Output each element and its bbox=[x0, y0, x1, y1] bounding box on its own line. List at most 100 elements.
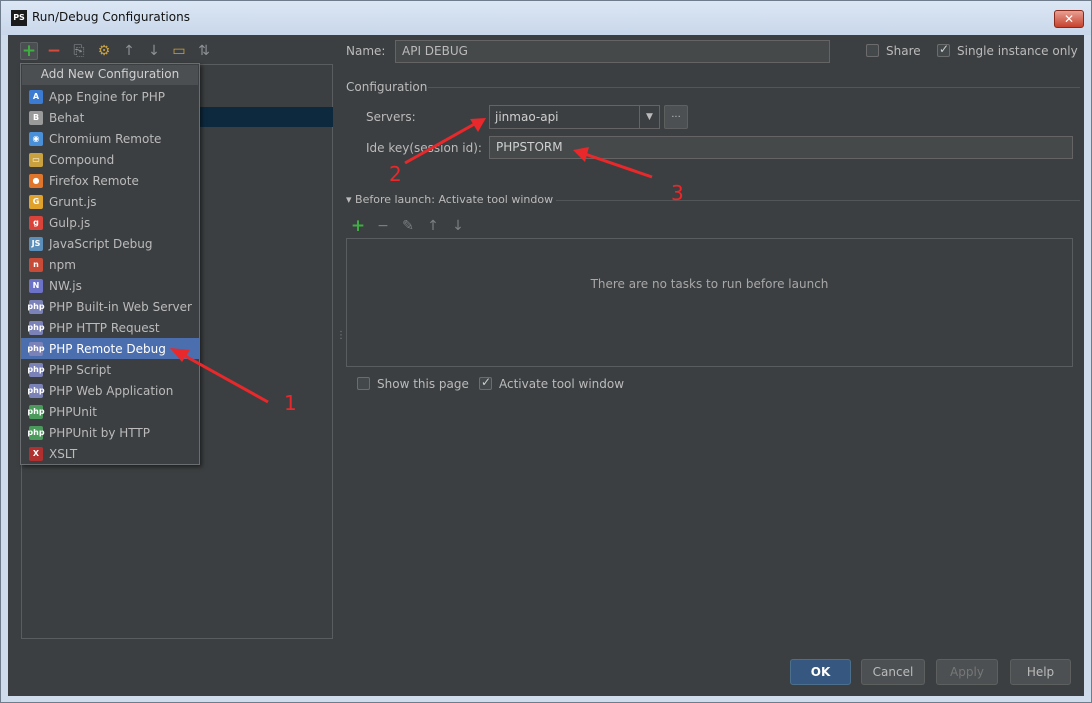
ide-key-label: Ide key(session id): bbox=[366, 141, 482, 155]
php-icon: php bbox=[27, 362, 45, 377]
phpstorm-icon: PS bbox=[11, 10, 27, 26]
popup-item[interactable]: ● Firefox Remote bbox=[21, 170, 199, 191]
edit-defaults-icon[interactable]: ⚙ bbox=[95, 42, 113, 60]
popup-item[interactable]: n npm bbox=[21, 254, 199, 275]
js-debug-icon: JS bbox=[29, 236, 43, 251]
dialog-window: PS Run/Debug Configurations ✕ ⋮ + − ⎘ ⚙ … bbox=[0, 0, 1092, 703]
add-task-icon[interactable]: + bbox=[350, 216, 366, 236]
apply-button[interactable]: Apply bbox=[936, 659, 998, 685]
popup-item-label: PHP Web Application bbox=[49, 383, 174, 398]
php-icon: php bbox=[27, 383, 45, 398]
popup-item-label: XSLT bbox=[49, 446, 78, 461]
popup-item-label: PHP Script bbox=[49, 362, 112, 377]
popup-item[interactable]: G Grunt.js bbox=[21, 191, 199, 212]
popup-item-label: PHP HTTP Request bbox=[49, 320, 160, 335]
phpunit-icon: php bbox=[27, 425, 45, 440]
popup-item[interactable]: php PHPUnit by HTTP bbox=[21, 422, 199, 443]
compound-icon: ▭ bbox=[29, 152, 43, 167]
popup-item[interactable]: php PHP HTTP Request bbox=[21, 317, 199, 338]
name-input[interactable]: API DEBUG bbox=[395, 40, 830, 63]
edit-task-icon[interactable]: ✎ bbox=[400, 218, 416, 234]
php-icon: php bbox=[27, 341, 45, 356]
popup-item[interactable]: X XSLT bbox=[21, 443, 199, 464]
window-title: Run/Debug Configurations bbox=[32, 10, 190, 24]
single-instance-checkbox[interactable] bbox=[937, 42, 950, 57]
grunt-icon: G bbox=[29, 194, 43, 209]
popup-item[interactable]: JS JavaScript Debug bbox=[21, 233, 199, 254]
ide-key-input[interactable]: PHPSTORM bbox=[489, 136, 1073, 159]
name-label: Name: bbox=[346, 44, 386, 58]
popup-item-label: NW.js bbox=[49, 278, 82, 293]
popup-item-label: PHP Built-in Web Server bbox=[49, 299, 192, 314]
move-down-icon[interactable]: ↓ bbox=[145, 42, 163, 60]
popup-item-label: Firefox Remote bbox=[49, 173, 139, 188]
configurations-toolbar: + − ⎘ ⚙ ↑ ↓ ▭ ⇅ bbox=[20, 40, 213, 62]
behat-icon: B bbox=[29, 110, 43, 125]
single-instance-label: Single instance only bbox=[957, 44, 1078, 58]
popup-item-label: Compound bbox=[49, 152, 115, 167]
activate-tool-window-label: Activate tool window bbox=[499, 377, 625, 391]
popup-item-label: Gulp.js bbox=[49, 215, 91, 230]
popup-list: A App Engine for PHP B Behat ◉ Chromium Remot… bbox=[21, 86, 199, 464]
share-checkbox[interactable] bbox=[866, 44, 879, 57]
popup-item-label: Grunt.js bbox=[49, 194, 97, 209]
popup-item[interactable]: A App Engine for PHP bbox=[21, 86, 199, 107]
gulp-icon: g bbox=[29, 215, 43, 230]
servers-value: jinmao-api bbox=[495, 110, 559, 124]
popup-item[interactable]: php PHPUnit bbox=[21, 401, 199, 422]
php-icon: php bbox=[27, 299, 45, 314]
folder-icon[interactable]: ▭ bbox=[170, 42, 188, 60]
popup-item[interactable]: N NW.js bbox=[21, 275, 199, 296]
popup-item[interactable]: ▭ Compound bbox=[21, 149, 199, 170]
remove-task-icon[interactable]: − bbox=[375, 218, 391, 234]
chromium-icon: ◉ bbox=[29, 131, 43, 146]
popup-header: Add New Configuration bbox=[22, 65, 198, 85]
expand-arrow-icon[interactable]: ▾ bbox=[346, 193, 352, 206]
copy-configuration-icon[interactable]: ⎘ bbox=[70, 42, 88, 60]
tasks-list[interactable]: There are no tasks to run before launch bbox=[346, 238, 1073, 367]
chevron-down-icon[interactable]: ▼ bbox=[639, 106, 659, 128]
popup-item[interactable]: B Behat bbox=[21, 107, 199, 128]
phpunit-icon: php bbox=[27, 404, 45, 419]
popup-item-label: Chromium Remote bbox=[49, 131, 162, 146]
popup-item[interactable]: php PHP Script bbox=[21, 359, 199, 380]
title-bar: PS Run/Debug Configurations ✕ bbox=[1, 1, 1091, 35]
php-icon: php bbox=[27, 320, 45, 335]
add-configuration-icon[interactable]: + bbox=[20, 41, 38, 61]
show-this-page-label: Show this page bbox=[377, 377, 469, 391]
before-launch-header[interactable]: ▾ Before launch: Activate tool window bbox=[346, 193, 553, 206]
annotation-2: 2 bbox=[389, 162, 402, 186]
sort-icon[interactable]: ⇅ bbox=[195, 42, 213, 60]
activate-tool-window-checkbox[interactable] bbox=[479, 375, 492, 390]
move-up-icon[interactable]: ↑ bbox=[120, 42, 138, 60]
popup-item[interactable]: php PHP Web Application bbox=[21, 380, 199, 401]
servers-more-button[interactable]: ... bbox=[664, 105, 688, 129]
cancel-button[interactable]: Cancel bbox=[861, 659, 925, 685]
before-launch-toolbar: + − ✎ ↑ ↓ bbox=[350, 216, 466, 236]
popup-item-label: PHPUnit bbox=[49, 404, 97, 419]
tasks-empty-text: There are no tasks to run before launch bbox=[590, 277, 829, 291]
app-engine-icon: A bbox=[29, 89, 43, 104]
popup-item[interactable]: ◉ Chromium Remote bbox=[21, 128, 199, 149]
before-launch-title: Before launch: Activate tool window bbox=[355, 193, 554, 206]
ok-button[interactable]: OK bbox=[790, 659, 851, 685]
popup-item[interactable]: php PHP Remote Debug bbox=[21, 338, 199, 359]
popup-item[interactable]: g Gulp.js bbox=[21, 212, 199, 233]
popup-item[interactable]: php PHP Built-in Web Server bbox=[21, 296, 199, 317]
share-label: Share bbox=[886, 44, 921, 58]
xslt-icon: X bbox=[29, 446, 43, 461]
popup-item-label: PHPUnit by HTTP bbox=[49, 425, 150, 440]
task-up-icon[interactable]: ↑ bbox=[425, 218, 441, 234]
annotation-1: 1 bbox=[284, 391, 297, 415]
configuration-section-title: Configuration bbox=[346, 80, 428, 94]
show-this-page-checkbox[interactable] bbox=[357, 377, 370, 390]
servers-combobox[interactable]: jinmao-api ▼ bbox=[489, 105, 660, 129]
close-button[interactable]: ✕ bbox=[1054, 10, 1084, 28]
help-button[interactable]: Help bbox=[1010, 659, 1071, 685]
remove-configuration-icon[interactable]: − bbox=[45, 41, 63, 61]
add-new-configuration-popup: Add New Configuration A App Engine for PH… bbox=[20, 63, 200, 465]
popup-item-label: JavaScript Debug bbox=[49, 236, 153, 251]
task-down-icon[interactable]: ↓ bbox=[450, 218, 466, 234]
splitter-handle[interactable]: ⋮ bbox=[336, 330, 346, 341]
popup-item-label: App Engine for PHP bbox=[49, 89, 166, 104]
